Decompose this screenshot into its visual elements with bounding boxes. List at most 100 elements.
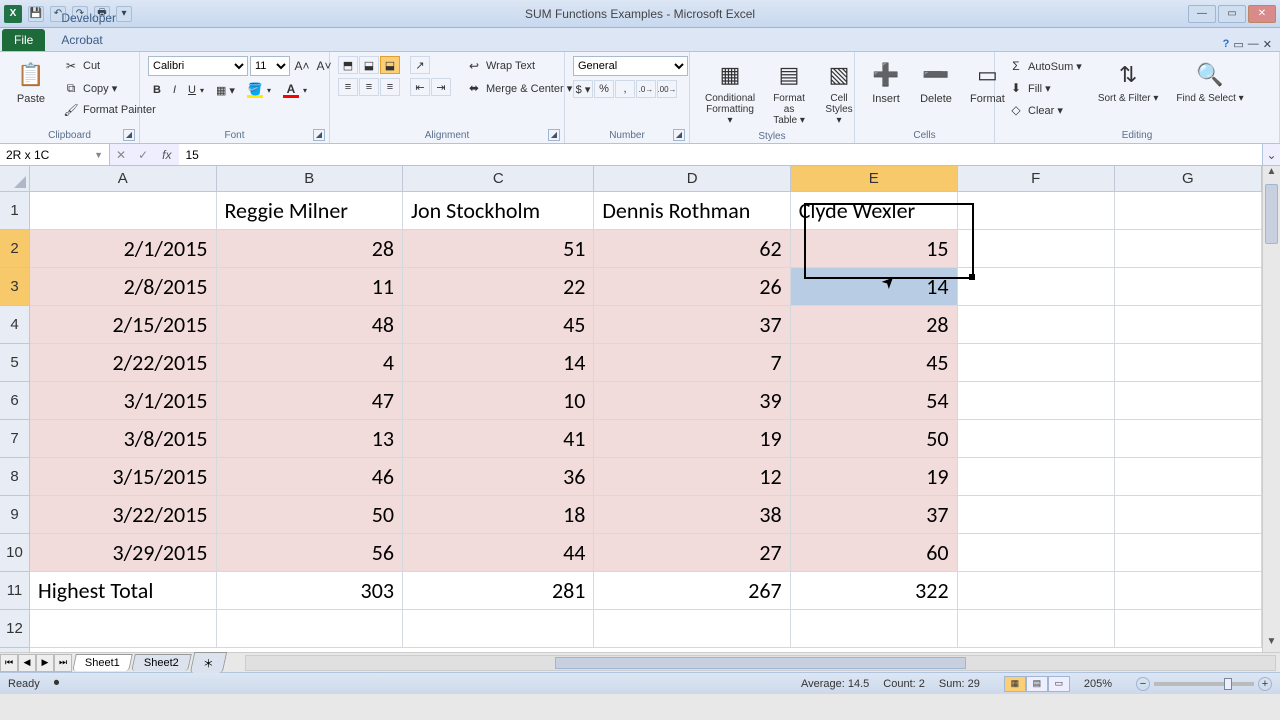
cell-C5[interactable]: 14 xyxy=(403,344,594,382)
column-header-G[interactable]: G xyxy=(1115,166,1262,191)
cell-G1[interactable] xyxy=(1115,192,1262,230)
zoom-slider[interactable] xyxy=(1154,682,1254,686)
macro-record-icon[interactable]: ⏺ xyxy=(54,677,60,690)
cell-A6[interactable]: 3/1/2015 xyxy=(30,382,217,420)
cell-A4[interactable]: 2/15/2015 xyxy=(30,306,217,344)
cell-D11[interactable]: 267 xyxy=(594,572,790,610)
cell-B2[interactable]: 28 xyxy=(217,230,404,268)
tab-acrobat[interactable]: Acrobat xyxy=(49,29,140,51)
fill-color-button[interactable]: 🪣▾ xyxy=(242,80,276,100)
workbook-close-icon[interactable]: ✕ xyxy=(1263,38,1272,51)
excel-icon[interactable]: X xyxy=(4,5,22,23)
cell-E4[interactable]: 28 xyxy=(791,306,958,344)
new-sheet-button[interactable]: ＊ xyxy=(190,652,227,673)
formula-cancel-icon[interactable]: ✕ xyxy=(110,148,132,162)
zoom-knob[interactable] xyxy=(1224,678,1232,690)
cell-E12[interactable] xyxy=(791,610,958,648)
cell-A5[interactable]: 2/22/2015 xyxy=(30,344,217,382)
cell-C7[interactable]: 41 xyxy=(403,420,594,458)
cell-B3[interactable]: 11 xyxy=(217,268,404,306)
tab-view[interactable]: View xyxy=(49,0,140,7)
cell-E3[interactable]: 14 xyxy=(791,268,958,306)
row-header-7[interactable]: 7 xyxy=(0,420,29,458)
cell-A7[interactable]: 3/8/2015 xyxy=(30,420,217,458)
font-name-select[interactable]: Calibri xyxy=(148,56,248,76)
formula-expand-icon[interactable]: ⌄ xyxy=(1262,144,1280,165)
row-header-5[interactable]: 5 xyxy=(0,344,29,382)
cell-F10[interactable] xyxy=(958,534,1115,572)
cell-D8[interactable]: 12 xyxy=(594,458,790,496)
scroll-up-icon[interactable]: ▲ xyxy=(1263,166,1280,182)
row-header-6[interactable]: 6 xyxy=(0,382,29,420)
workbook-minimize-icon[interactable]: — xyxy=(1248,38,1259,51)
row-header-11[interactable]: 11 xyxy=(0,572,29,610)
cell-B7[interactable]: 13 xyxy=(217,420,404,458)
zoom-in-button[interactable]: + xyxy=(1258,677,1272,691)
cell-B10[interactable]: 56 xyxy=(217,534,404,572)
column-header-F[interactable]: F xyxy=(958,166,1115,191)
orientation-button[interactable]: ↗ xyxy=(410,56,430,74)
cell-B11[interactable]: 303 xyxy=(217,572,404,610)
align-top-button[interactable]: ⬒ xyxy=(338,56,358,74)
cell-C11[interactable]: 281 xyxy=(403,572,594,610)
cell-E6[interactable]: 54 xyxy=(791,382,958,420)
view-page-break-button[interactable]: ▭ xyxy=(1048,676,1070,692)
cell-G8[interactable] xyxy=(1115,458,1262,496)
cell-B5[interactable]: 4 xyxy=(217,344,404,382)
conditional-formatting-button[interactable]: ▦Conditional Formatting ▾ xyxy=(698,56,762,129)
cell-C1[interactable]: Jon Stockholm xyxy=(403,192,594,230)
row-header-3[interactable]: 3 xyxy=(0,268,29,306)
zoom-level[interactable]: 205% xyxy=(1084,678,1112,690)
cell-E8[interactable]: 19 xyxy=(791,458,958,496)
cell-F2[interactable] xyxy=(958,230,1115,268)
cell-F9[interactable] xyxy=(958,496,1115,534)
cell-F6[interactable] xyxy=(958,382,1115,420)
view-normal-button[interactable]: ▦ xyxy=(1004,676,1026,692)
cell-D2[interactable]: 62 xyxy=(594,230,790,268)
cell-E7[interactable]: 50 xyxy=(791,420,958,458)
cell-F1[interactable] xyxy=(958,192,1115,230)
cell-F11[interactable] xyxy=(958,572,1115,610)
sort-filter-button[interactable]: ⇅Sort & Filter ▾ xyxy=(1091,56,1166,107)
cell-B4[interactable]: 48 xyxy=(217,306,404,344)
cell-C10[interactable]: 44 xyxy=(403,534,594,572)
cell-F8[interactable] xyxy=(958,458,1115,496)
cell-D3[interactable]: 26 xyxy=(594,268,790,306)
close-button[interactable]: ✕ xyxy=(1248,5,1276,23)
cell-A2[interactable]: 2/1/2015 xyxy=(30,230,217,268)
number-dialog-launcher[interactable]: ◢ xyxy=(673,129,685,141)
decrease-decimal-button[interactable]: .00→ xyxy=(657,80,677,98)
paste-button[interactable]: 📋 Paste xyxy=(8,56,54,108)
cell-B8[interactable]: 46 xyxy=(217,458,404,496)
sheet-nav-first-icon[interactable]: ⏮ xyxy=(0,654,18,672)
row-header-1[interactable]: 1 xyxy=(0,192,29,230)
vertical-scrollbar[interactable]: ▲ ▼ xyxy=(1262,166,1280,652)
cell-B6[interactable]: 47 xyxy=(217,382,404,420)
comma-button[interactable]: , xyxy=(615,80,635,98)
cell-D6[interactable]: 39 xyxy=(594,382,790,420)
cell-B9[interactable]: 50 xyxy=(217,496,404,534)
cell-F12[interactable] xyxy=(958,610,1115,648)
grow-font-button[interactable]: A˄ xyxy=(292,56,312,76)
bold-button[interactable]: B xyxy=(148,80,166,100)
cell-D9[interactable]: 38 xyxy=(594,496,790,534)
horizontal-scrollbar[interactable] xyxy=(245,655,1276,671)
cell-E9[interactable]: 37 xyxy=(791,496,958,534)
maximize-button[interactable]: ▭ xyxy=(1218,5,1246,23)
border-button[interactable]: ▦ ▾ xyxy=(211,80,240,100)
find-select-button[interactable]: 🔍Find & Select ▾ xyxy=(1169,56,1250,107)
align-bottom-button[interactable]: ⬓ xyxy=(380,56,400,74)
font-size-select[interactable]: 11 xyxy=(250,56,290,76)
cell-D5[interactable]: 7 xyxy=(594,344,790,382)
scroll-down-icon[interactable]: ▼ xyxy=(1263,636,1280,652)
row-header-2[interactable]: 2 xyxy=(0,230,29,268)
formula-input[interactable]: 15 xyxy=(179,144,1262,165)
cell-A10[interactable]: 3/29/2015 xyxy=(30,534,217,572)
cell-A12[interactable] xyxy=(30,610,217,648)
sheet-nav-last-icon[interactable]: ⏭ xyxy=(54,654,72,672)
minimize-button[interactable]: — xyxy=(1188,5,1216,23)
cell-E11[interactable]: 322 xyxy=(791,572,958,610)
ribbon-help-icon[interactable]: ? xyxy=(1223,38,1230,51)
row-header-8[interactable]: 8 xyxy=(0,458,29,496)
cell-G7[interactable] xyxy=(1115,420,1262,458)
